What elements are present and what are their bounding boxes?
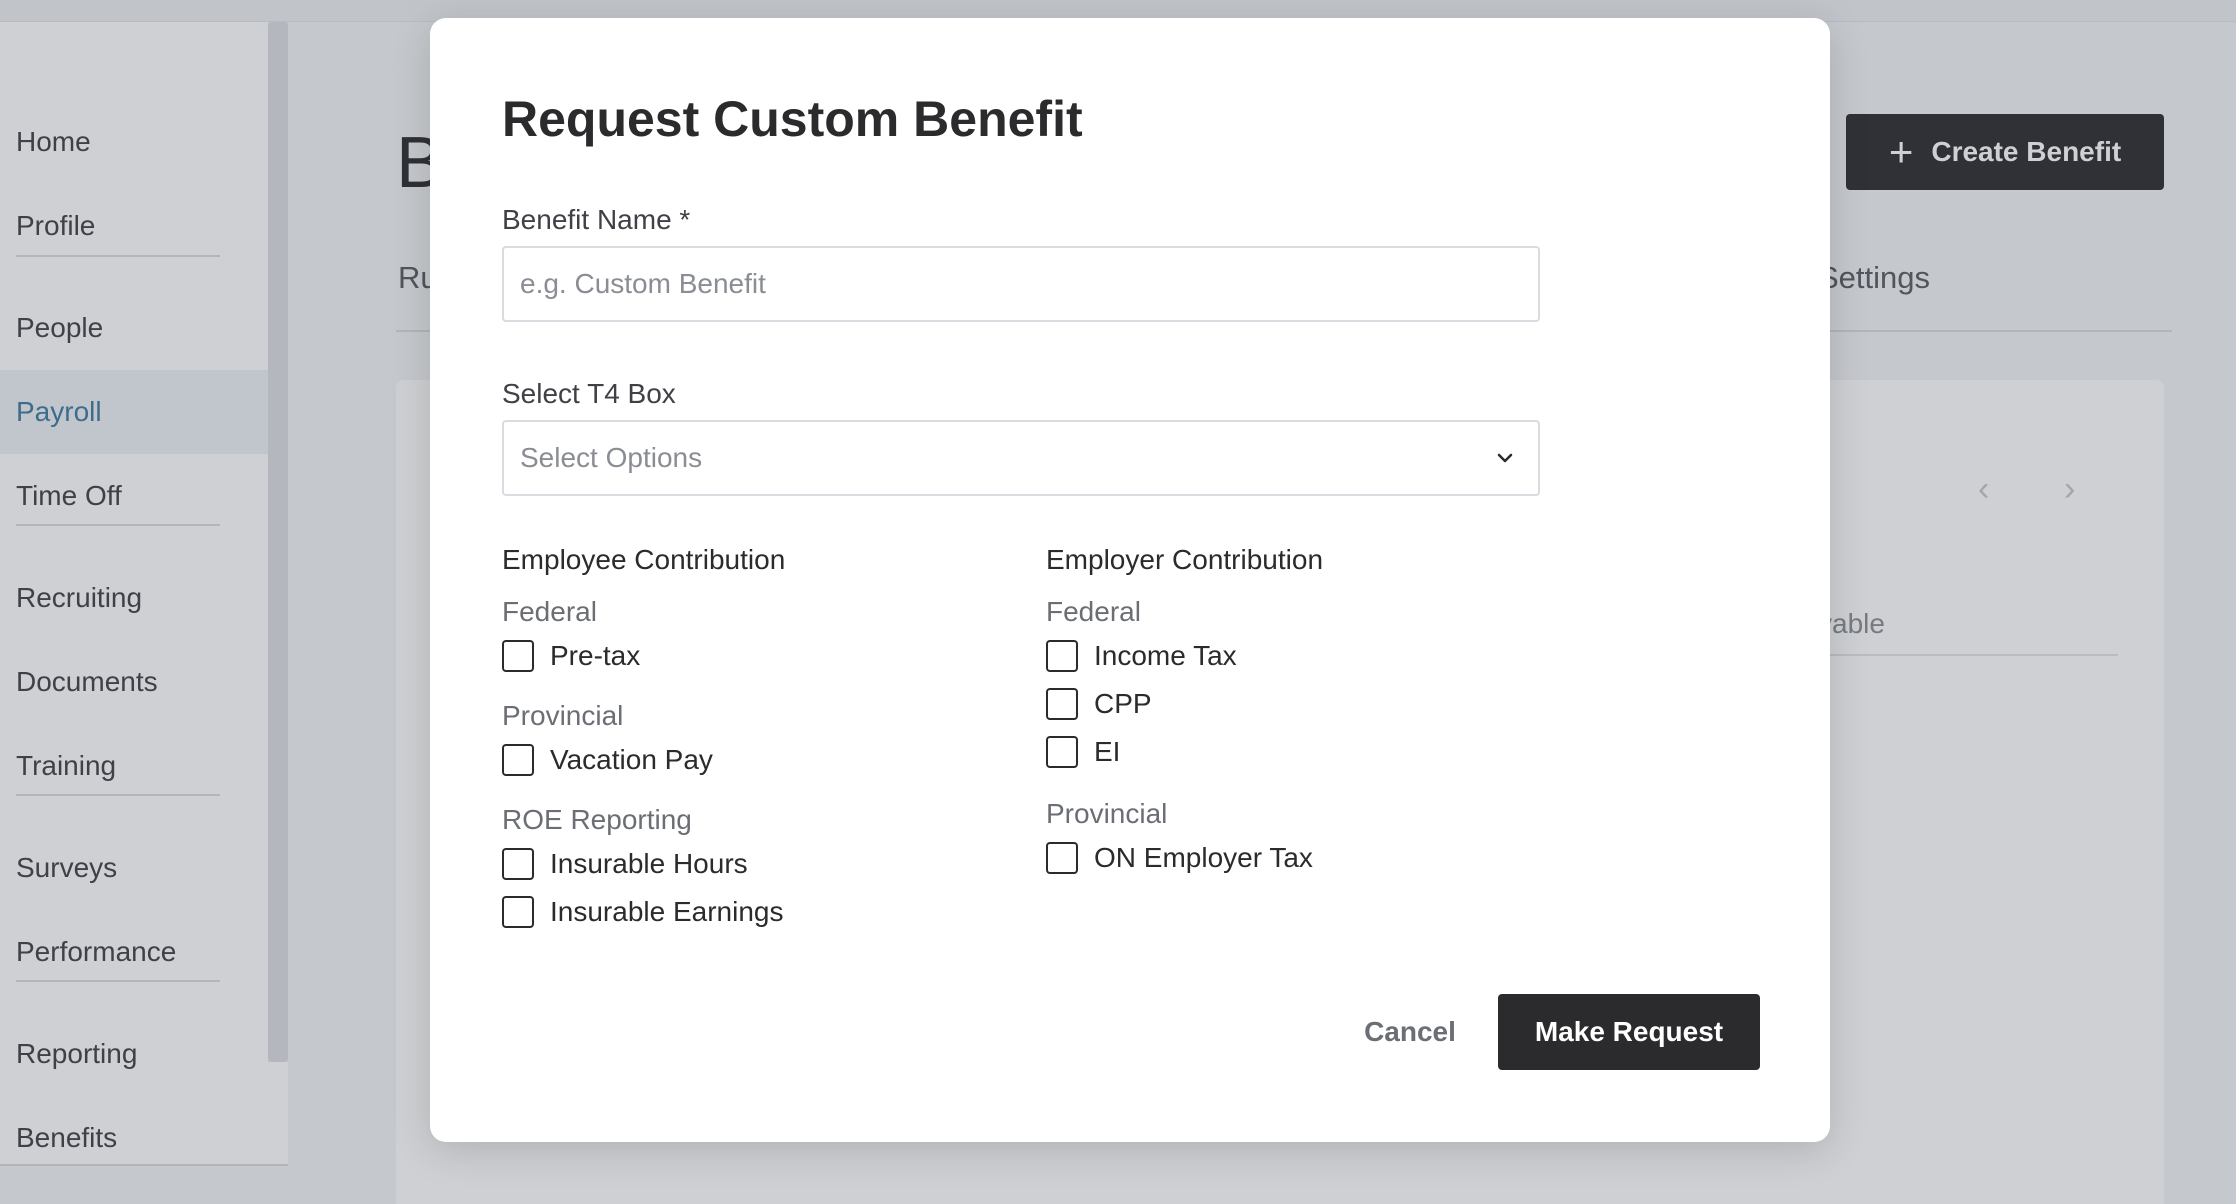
- checkbox-label: ON Employer Tax: [1094, 842, 1313, 873]
- employer-contribution-title: Employer Contribution: [1046, 544, 1324, 575]
- checkbox-box[interactable]: [502, 896, 534, 928]
- checkbox-box[interactable]: [502, 744, 534, 776]
- make-request-button[interactable]: Make Request: [1498, 994, 1760, 1070]
- benefit-name-label: Benefit Name *: [502, 204, 691, 235]
- checkbox-vacation-pay[interactable]: Vacation Pay: [502, 744, 713, 776]
- employer-federal-label: Federal: [1046, 596, 1141, 627]
- checkbox-insurable-hours[interactable]: Insurable Hours: [502, 848, 748, 880]
- checkbox-box[interactable]: [502, 640, 534, 672]
- roe-reporting-label: ROE Reporting: [502, 804, 692, 835]
- chevron-down-icon: [1488, 441, 1522, 475]
- checkbox-label: Income Tax: [1094, 640, 1237, 671]
- checkbox-label: Vacation Pay: [550, 744, 713, 775]
- employer-provincial-label: Provincial: [1046, 798, 1168, 829]
- checkbox-label: Insurable Earnings: [550, 896, 784, 927]
- checkbox-pre-tax[interactable]: Pre-tax: [502, 640, 640, 672]
- request-custom-benefit-modal: Request Custom Benefit Benefit Name * Se…: [430, 18, 1830, 1142]
- employee-contribution-title: Employee Contribution: [502, 544, 786, 575]
- checkbox-box[interactable]: [502, 848, 534, 880]
- employee-federal-label: Federal: [502, 596, 597, 627]
- t4-box-selected-value: Select Options: [520, 442, 703, 473]
- checkbox-cpp[interactable]: CPP: [1046, 688, 1152, 720]
- checkbox-box[interactable]: [1046, 842, 1078, 874]
- modal-title: Request Custom Benefit: [502, 91, 1083, 147]
- t4-box-select[interactable]: Select Options: [502, 420, 1540, 496]
- benefit-name-input[interactable]: [502, 246, 1540, 322]
- checkbox-box[interactable]: [1046, 640, 1078, 672]
- checkbox-box[interactable]: [1046, 688, 1078, 720]
- checkbox-income-tax[interactable]: Income Tax: [1046, 640, 1237, 672]
- checkbox-insurable-earnings[interactable]: Insurable Earnings: [502, 896, 783, 928]
- checkbox-label: Insurable Hours: [550, 848, 748, 879]
- checkbox-on-employer-tax[interactable]: ON Employer Tax: [1046, 842, 1313, 874]
- employee-provincial-label: Provincial: [502, 700, 624, 731]
- t4-box-label: Select T4 Box: [502, 378, 676, 409]
- checkbox-label: EI: [1094, 736, 1121, 767]
- cancel-button[interactable]: Cancel: [1330, 994, 1490, 1070]
- checkbox-ei[interactable]: EI: [1046, 736, 1120, 768]
- checkbox-label: Pre-tax: [550, 640, 641, 671]
- checkbox-label: CPP: [1094, 688, 1152, 719]
- checkbox-box[interactable]: [1046, 736, 1078, 768]
